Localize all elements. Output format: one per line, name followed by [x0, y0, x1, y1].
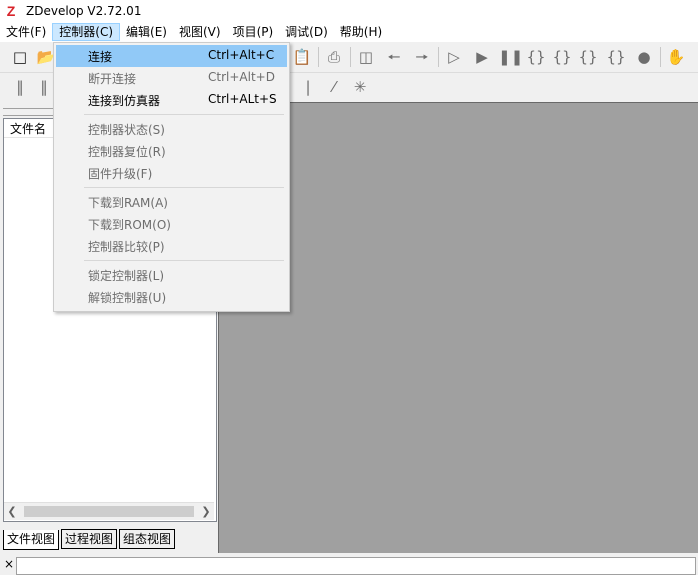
menu-item-controller-status[interactable]: 控制器状态(S) [56, 118, 287, 140]
menu-file[interactable]: 文件(F) [0, 23, 52, 41]
horizontal-scrollbar[interactable]: ❮ ❯ [4, 502, 214, 520]
delete-line-icon[interactable]: ✳ [350, 77, 370, 97]
download-icon[interactable]: ◫ [356, 47, 376, 67]
menu-item-download-rom[interactable]: 下载到ROM(O) [56, 213, 287, 235]
menu-item-label: 锁定控制器(L) [88, 269, 165, 283]
menu-view[interactable]: 视图(V) [173, 23, 227, 41]
normally-closed-contact-icon[interactable]: ‖ [34, 77, 54, 97]
scrollbar-thumb[interactable] [24, 506, 194, 517]
forward-arrow-icon[interactable]: 🠖 [412, 47, 432, 67]
menu-item-shortcut: Ctrl+Alt+C [208, 48, 275, 62]
menu-bar: 文件(F) 控制器(C) 编辑(E) 视图(V) 项目(P) 调试(D) 帮助(… [0, 22, 698, 42]
run-icon[interactable]: ▶ [472, 47, 492, 67]
step-into-icon[interactable]: {} [526, 47, 546, 67]
title-bar: Z ZDevelop V2.72.01 [0, 0, 698, 22]
menu-item-label: 连接 [88, 50, 113, 64]
menu-item-label: 连接到仿真器 [88, 94, 161, 108]
close-icon[interactable]: × [4, 557, 14, 571]
panel-tabs: 文件视图 过程视图 组态视图 [3, 527, 177, 550]
back-arrow-icon[interactable]: 🠔 [384, 47, 404, 67]
vertical-line-icon[interactable]: | [298, 77, 318, 97]
menu-debug[interactable]: 调试(D) [279, 23, 334, 41]
toolbar-separator [438, 47, 439, 67]
scroll-left-icon[interactable]: ❮ [4, 503, 20, 520]
paste-icon[interactable]: 📋 [292, 47, 312, 67]
menu-item-download-ram[interactable]: 下载到RAM(A) [56, 191, 287, 213]
step-out-icon[interactable]: {} [578, 47, 598, 67]
menu-item-label: 控制器复位(R) [88, 145, 166, 159]
menu-help[interactable]: 帮助(H) [334, 23, 388, 41]
toolbar-separator [318, 47, 319, 67]
step-over-icon[interactable]: {} [552, 47, 572, 67]
tab-process-view[interactable]: 过程视图 [61, 529, 118, 549]
status-bar: × [0, 555, 698, 575]
menu-item-shortcut: Ctrl+Alt+D [208, 70, 275, 84]
toolbar-separator [660, 47, 661, 67]
menu-item-label: 控制器比较(P) [88, 240, 165, 254]
menu-separator [84, 114, 284, 115]
step-icon[interactable]: ▷ [444, 47, 464, 67]
breakpoint-icon[interactable]: ● [634, 47, 654, 67]
menu-item-controller-reset[interactable]: 控制器复位(R) [56, 140, 287, 162]
menu-separator [84, 187, 284, 188]
menu-item-disconnect[interactable]: 断开连接 Ctrl+Alt+D [56, 67, 287, 89]
menu-item-lock-controller[interactable]: 锁定控制器(L) [56, 264, 287, 286]
toolbar-separator [350, 47, 351, 67]
menu-item-connect-simulator[interactable]: 连接到仿真器 Ctrl+ALt+S [56, 89, 287, 111]
window-title: ZDevelop V2.72.01 [26, 4, 142, 18]
controller-menu-dropdown: 连接 Ctrl+Alt+C 断开连接 Ctrl+Alt+D 连接到仿真器 Ctr… [53, 42, 290, 312]
print-icon[interactable]: ⎙ [324, 47, 344, 67]
menu-item-label: 控制器状态(S) [88, 123, 165, 137]
scroll-right-icon[interactable]: ❯ [198, 503, 214, 520]
menu-item-label: 下载到ROM(O) [88, 218, 171, 232]
pause-icon[interactable]: ❚❚ [498, 47, 523, 67]
output-field[interactable] [16, 557, 696, 575]
menu-item-label: 下载到RAM(A) [88, 196, 168, 210]
tab-file-view[interactable]: 文件视图 [3, 530, 60, 550]
menu-item-label: 断开连接 [88, 72, 137, 86]
menu-item-firmware-upgrade[interactable]: 固件升级(F) [56, 162, 287, 184]
tab-config-view[interactable]: 组态视图 [119, 529, 176, 549]
editor-workspace[interactable] [218, 102, 698, 553]
menu-separator [84, 260, 284, 261]
menu-item-unlock-controller[interactable]: 解锁控制器(U) [56, 286, 287, 308]
menu-controller[interactable]: 控制器(C) [52, 23, 121, 41]
menu-edit[interactable]: 编辑(E) [120, 23, 173, 41]
menu-item-connect[interactable]: 连接 Ctrl+Alt+C [56, 45, 287, 67]
hand-icon[interactable]: ✋ [666, 47, 686, 67]
menu-item-label: 解锁控制器(U) [88, 291, 167, 305]
menu-item-label: 固件升级(F) [88, 167, 153, 181]
normally-open-contact-icon[interactable]: ‖ [10, 77, 30, 97]
menu-item-shortcut: Ctrl+ALt+S [208, 92, 277, 106]
slash-line-icon[interactable]: ⁄ [324, 77, 344, 97]
run-to-cursor-icon[interactable]: {} [606, 47, 626, 67]
new-file-icon[interactable]: □ [10, 47, 30, 67]
app-logo-icon: Z [6, 3, 16, 19]
menu-project[interactable]: 项目(P) [227, 23, 280, 41]
column-header-filename: 文件名 [10, 122, 47, 136]
menu-item-controller-compare[interactable]: 控制器比较(P) [56, 235, 287, 257]
